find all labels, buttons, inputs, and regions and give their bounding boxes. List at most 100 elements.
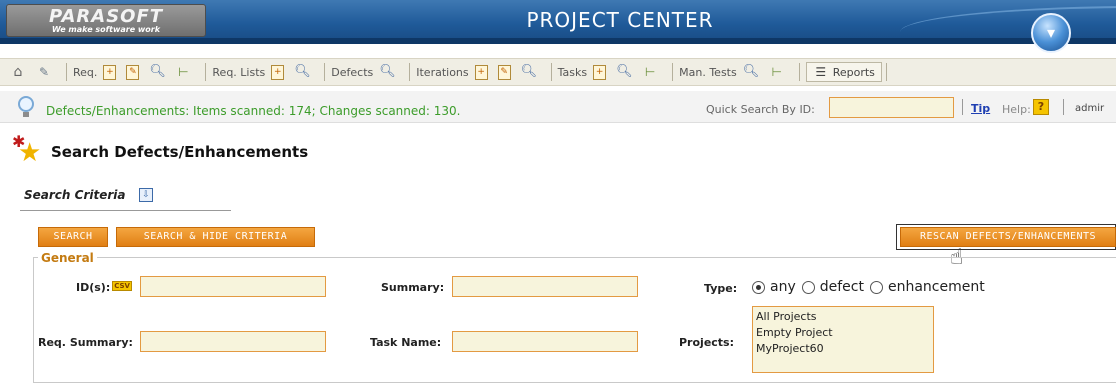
- man-tests-menu[interactable]: Man. Tests: [679, 66, 737, 79]
- home-icon: ⌂: [13, 64, 23, 80]
- main-menu-button[interactable]: ▾: [1031, 13, 1071, 53]
- type-option-any[interactable]: any: [752, 279, 796, 295]
- req-lists-search-button[interactable]: 🔍︎: [294, 64, 314, 80]
- reports-button[interactable]: ☰ Reports: [805, 62, 882, 82]
- bug-icon: ✱: [12, 132, 26, 151]
- type-option-defect[interactable]: defect: [801, 279, 864, 295]
- tasks-tree-button[interactable]: ⊢: [642, 64, 662, 80]
- toolbar-divider: [66, 63, 67, 81]
- req-lists-menu[interactable]: Req. Lists: [212, 66, 265, 79]
- project-option[interactable]: Empty Project: [756, 325, 930, 341]
- bulb-glass: [18, 96, 34, 112]
- project-option[interactable]: MyProject60: [756, 341, 930, 357]
- ids-input[interactable]: [140, 276, 326, 297]
- defects-search-button[interactable]: 🔍︎: [379, 64, 399, 80]
- tasks-menu[interactable]: Tasks: [558, 66, 587, 79]
- header-banner: PARASOFT We make software work PROJECT C…: [0, 0, 1116, 44]
- tree-icon: ⊢: [644, 65, 656, 79]
- req-lists-label: Req. Lists: [212, 65, 266, 79]
- req-tree-button[interactable]: ⊢: [175, 64, 195, 80]
- lightbulb-icon: [16, 96, 36, 118]
- summary-input[interactable]: [452, 276, 638, 297]
- help-button[interactable]: ?: [1033, 99, 1049, 115]
- help-label: Help:: [1002, 103, 1031, 116]
- type-radio-enhancement[interactable]: [869, 280, 883, 294]
- search-icon: 🔍︎: [149, 64, 166, 79]
- edit-document-icon: ✎: [126, 64, 140, 80]
- defects-menu[interactable]: Defects: [331, 66, 373, 79]
- search-icon: 🔍︎: [742, 64, 760, 79]
- status-message: Defects/Enhancements: Items scanned: 174…: [46, 104, 461, 118]
- toolbar-divider: [205, 63, 207, 81]
- logo-text: PARASOFT: [48, 6, 164, 27]
- toolbar-divider: [324, 63, 326, 81]
- banner-stripe: [0, 38, 1116, 44]
- new-document-icon: +: [103, 64, 117, 80]
- tree-icon: ⊢: [178, 65, 189, 79]
- type-option-enhancement[interactable]: enhancement: [869, 279, 985, 295]
- req-lists-new-button[interactable]: +: [271, 64, 288, 80]
- defect-star-icon: ★ ✱: [10, 134, 46, 170]
- new-document-icon: +: [271, 64, 285, 80]
- chevron-down-icon: ▾: [1046, 23, 1056, 42]
- toolbar-divider: [885, 63, 887, 81]
- search-hide-criteria-button[interactable]: SEARCH & HIDE CRITERIA: [116, 227, 315, 247]
- req-search-button[interactable]: 🔍︎: [149, 64, 169, 80]
- app-title: PROJECT CENTER: [526, 8, 714, 32]
- tools-button[interactable]: ✎: [36, 64, 56, 80]
- defects-label: Defects: [331, 65, 374, 79]
- type-label-enhancement: enhancement: [887, 279, 985, 295]
- tree-icon: ⊢: [771, 65, 782, 79]
- main-toolbar: ⌂ ✎ Req. + ✎ 🔍︎ ⊢ Req. Lists + 🔍︎ Defect…: [0, 58, 1116, 86]
- type-radio-group: any defect enhancement: [752, 279, 991, 295]
- iterations-label: Iterations: [416, 65, 469, 79]
- general-legend: General: [38, 251, 97, 265]
- iterations-menu[interactable]: Iterations: [416, 66, 468, 79]
- task-name-label: Task Name:: [370, 336, 442, 349]
- type-label-defect: defect: [819, 279, 864, 295]
- project-option[interactable]: All Projects: [756, 309, 930, 325]
- home-button[interactable]: ⌂: [10, 64, 30, 80]
- edit-document-icon: ✎: [497, 64, 511, 80]
- type-label: Type:: [704, 282, 738, 295]
- man-tests-search-button[interactable]: 🔍︎: [743, 64, 763, 80]
- tasks-label: Tasks: [557, 65, 588, 79]
- iterations-edit-button[interactable]: ✎: [497, 64, 515, 80]
- search-icon: 🔍︎: [616, 64, 633, 79]
- type-radio-defect[interactable]: [801, 280, 815, 294]
- tasks-search-button[interactable]: 🔍︎: [616, 64, 636, 80]
- parasoft-logo[interactable]: PARASOFT We make software work: [6, 4, 206, 37]
- req-edit-button[interactable]: ✎: [126, 64, 143, 80]
- ids-label: ID(s):: [76, 281, 111, 294]
- banner-swoosh: [900, 6, 1116, 32]
- save-criteria-icon[interactable]: ⇩: [139, 188, 153, 202]
- req-summary-input[interactable]: [140, 331, 326, 352]
- quick-search-input[interactable]: [829, 97, 954, 118]
- projects-listbox[interactable]: All Projects Empty Project MyProject60: [752, 306, 934, 373]
- man-tests-label: Man. Tests: [679, 65, 737, 79]
- req-menu[interactable]: Req.: [73, 66, 97, 79]
- task-name-input[interactable]: [452, 331, 638, 352]
- bulb-base: [23, 112, 29, 117]
- iterations-search-button[interactable]: 🔍︎: [521, 64, 541, 80]
- reports-label: Reports: [832, 65, 875, 79]
- csv-badge[interactable]: CSV: [112, 281, 132, 291]
- req-summary-label: Req. Summary:: [38, 336, 133, 349]
- search-button[interactable]: SEARCH: [38, 227, 108, 247]
- user-name[interactable]: admir: [1075, 103, 1104, 114]
- new-document-icon: +: [593, 64, 607, 80]
- type-label-any: any: [770, 279, 796, 295]
- search-icon: 🔍︎: [520, 64, 538, 79]
- tools-icon: ✎: [38, 65, 50, 79]
- tasks-new-button[interactable]: +: [593, 64, 610, 80]
- req-new-button[interactable]: +: [103, 64, 120, 80]
- tip-link[interactable]: Tip: [971, 102, 990, 115]
- rescan-defects-button[interactable]: RESCAN DEFECTS/ENHANCEMENTS: [900, 227, 1116, 247]
- man-tests-tree-button[interactable]: ⊢: [769, 64, 789, 80]
- type-radio-any[interactable]: [752, 280, 765, 294]
- iterations-new-button[interactable]: +: [474, 64, 492, 80]
- summary-label: Summary:: [381, 281, 445, 294]
- report-icon: ☰: [815, 65, 827, 79]
- status-divider: [1063, 99, 1064, 115]
- status-divider: [962, 99, 963, 115]
